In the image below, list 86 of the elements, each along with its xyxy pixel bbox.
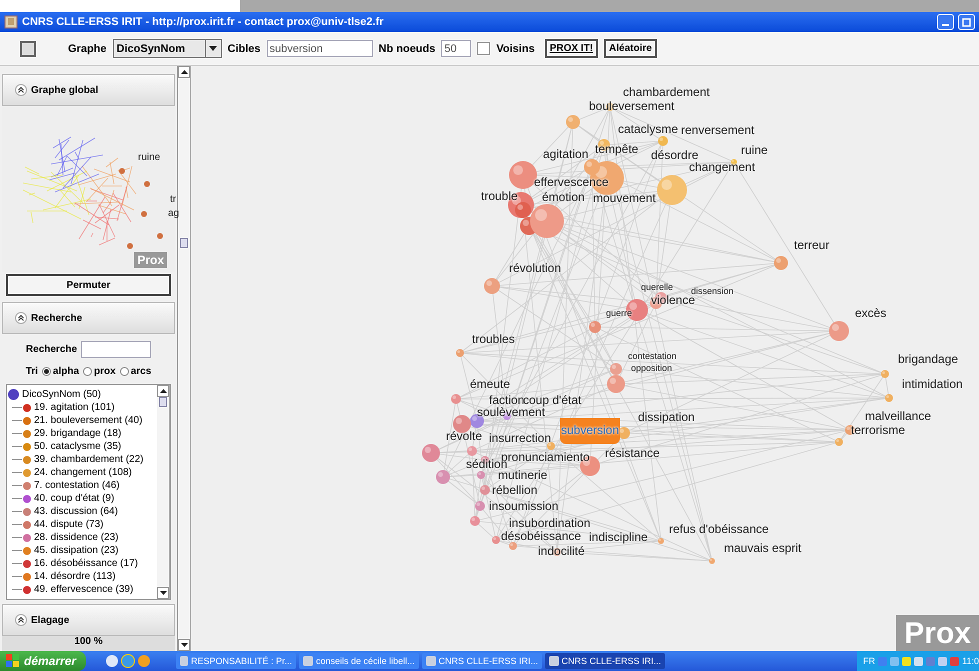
clock: 11:0 [962,656,979,666]
node-label[interactable]: refus d'obéissance [669,523,769,536]
tree-item[interactable]: 39. chambardement (22) [34,454,144,465]
tree-item[interactable]: 24. changement (108) [34,467,132,478]
tree-item[interactable]: 19. agitation (101) [34,402,115,413]
sort-option-label: alpha [52,366,80,376]
random-button[interactable]: Aléatoire [604,39,657,58]
node-label: tr [170,194,176,205]
taskbar-task[interactable]: CNRS CLLE-ERSS IRI... [422,653,542,669]
node-label[interactable]: terreur [794,239,830,252]
neighbors-label: Voisins [496,42,535,54]
node-label[interactable]: émotion [542,191,585,204]
tree-item[interactable]: 49. effervescence (39) [34,584,134,595]
node-count-label: Nb noeuds [378,42,436,54]
node-label[interactable]: ruine [741,144,768,157]
prox-logo: Prox [896,615,979,651]
window-title: CNRS CLLE-ERSS IRIT - http://prox.irit.fr - contact prox@univ-tlse2.fr [22,16,385,28]
search-label: Recherche [26,344,78,354]
tree-item[interactable]: 21. bouleversement (40) [34,415,142,426]
node-label[interactable]: brigandage [898,353,958,366]
tree-item[interactable]: 14. désordre (113) [34,571,116,582]
section-header[interactable]: Elagage [2,604,175,636]
prox-button[interactable]: PROX IT! [544,39,598,58]
node-label[interactable]: dissension [691,286,734,296]
sort-option-label: arcs [130,366,152,376]
node-label[interactable]: mouvement [593,192,656,205]
tree-root[interactable]: DicoSynNom (50) [22,388,101,400]
node-label[interactable]: indocilité [538,545,585,558]
node-label[interactable]: insubordination [509,517,590,530]
node-label[interactable]: révolte [446,430,482,443]
node-label[interactable]: querelle [641,282,674,292]
tree-item[interactable]: 16. désobéissance (17) [34,558,138,569]
sort-label: Tri [26,366,38,376]
sort-option-label: prox [94,366,116,376]
tree-item[interactable]: 7. contestation (46) [34,480,120,491]
section-header[interactable]: Graphe global [2,74,175,106]
node-label: ag [168,208,180,219]
node-label[interactable]: rébellion [492,484,538,497]
node-label[interactable]: contestation [628,351,677,361]
node-label[interactable]: faction [489,394,524,407]
tree-item[interactable]: 29. brigandage (18) [34,428,122,439]
node-label[interactable]: désobéissance [501,530,582,543]
node-label[interactable]: agitation [543,148,588,161]
node-count-field[interactable]: 50 [441,40,472,57]
node-label[interactable]: guerre [606,308,632,318]
node-label[interactable]: mutinerie [498,469,548,482]
node-label: ruine [138,152,160,163]
node-label[interactable]: indiscipline [589,531,648,544]
node-label[interactable]: intimidation [902,378,963,391]
tree-item[interactable]: 50. cataclysme (35) [34,441,122,452]
node-label[interactable]: dissipation [638,411,695,424]
node-label[interactable]: changement [689,161,756,174]
pruning-value: 100 % [2,636,175,651]
node-label[interactable]: cataclysme [618,123,678,136]
tree-item[interactable]: 40. coup d'état (9) [34,493,114,504]
node-label[interactable]: insurrection [489,432,552,445]
targets-field[interactable]: subversion [266,40,373,57]
graph-label: Graphe [68,42,107,54]
taskbar-task[interactable]: CNRS CLLE-ERSS IRI... [545,653,666,669]
node-label[interactable]: désordre [651,149,698,162]
node-label[interactable]: révolution [509,262,562,275]
node-label[interactable]: renversement [681,124,754,137]
node-label[interactable]: insoumission [489,500,558,513]
tree-item[interactable]: 28. dissidence (23) [34,532,118,543]
node-label[interactable]: tempête [595,143,638,156]
node-label[interactable]: mauvais esprit [724,542,802,555]
tree-item[interactable]: 45. dissipation (23) [34,545,118,556]
node-label[interactable]: troubles [472,333,515,346]
node-label[interactable]: soulèvement [477,406,546,419]
tree-item[interactable]: 43. discussion (64) [34,506,118,517]
node-label[interactable]: violence [651,294,696,307]
targets-label: Cibles [228,42,261,54]
node-label[interactable]: émeute [470,378,510,391]
section-header[interactable]: Recherche [2,302,175,334]
prox-logo: Prox [134,252,167,268]
taskbar-task[interactable]: conseils de cécile libell... [299,653,420,669]
node-label[interactable]: opposition [631,363,672,373]
node-label[interactable]: coup d'état [523,394,582,407]
node-label[interactable]: résistance [605,447,660,460]
taskbar-task[interactable]: RESPONSABILITÉ : Pr... [176,653,296,669]
node-label[interactable]: chambardement [623,86,710,99]
graph-dropdown[interactable]: DicoSynNom [112,39,222,58]
tree-item[interactable]: 44. dispute (73) [34,519,104,530]
node-label[interactable]: excès [855,307,886,320]
permute-button[interactable]: Permuter [6,274,171,296]
node-label[interactable]: malveillance [865,410,932,423]
